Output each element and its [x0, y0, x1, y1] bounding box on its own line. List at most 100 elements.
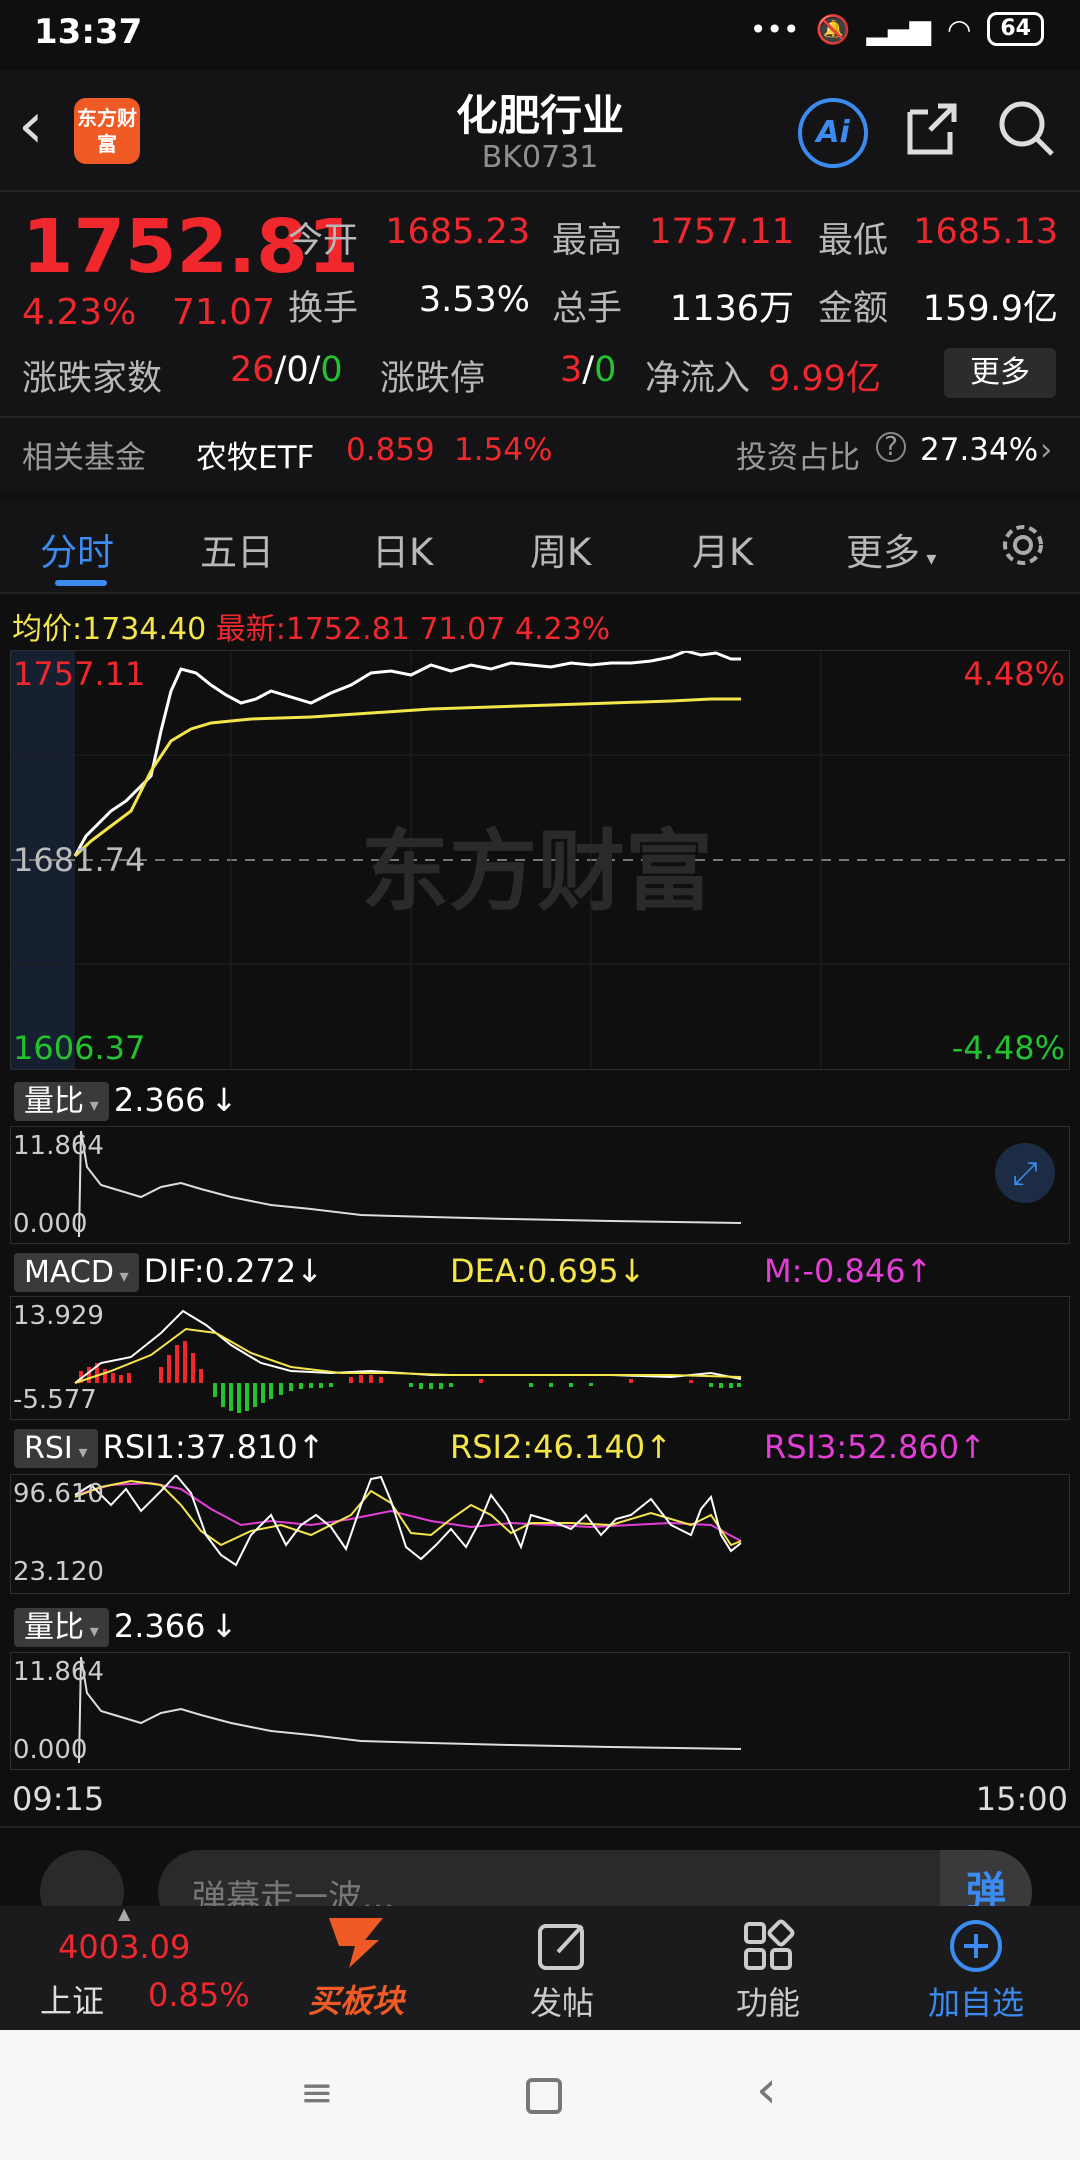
amount-value: 159.9亿 [922, 289, 1058, 329]
nav-functions[interactable]: 功能 [712, 1918, 824, 2024]
fund-name[interactable]: 农牧ETF [196, 432, 314, 477]
settings-gear-icon[interactable] [998, 520, 1048, 570]
investment-ratio-value[interactable]: 27.34% [920, 432, 1038, 468]
volume-value: 1136万 [669, 289, 794, 329]
amount-label: 金额 [818, 289, 889, 329]
more-button[interactable]: 更多 [944, 348, 1056, 398]
signal-icon: ▂▄▆ [866, 12, 931, 46]
macd-svg [74, 1309, 742, 1413]
tab-monthly-k[interactable]: 月K [692, 522, 753, 576]
volume-ratio-svg-1 [78, 1130, 742, 1238]
help-icon[interactable]: ? [876, 432, 906, 462]
nav-post[interactable]: 发帖 [506, 1918, 618, 2024]
volume-ratio-min-2: 0.000 [13, 1735, 88, 1765]
status-time: 13:37 [34, 12, 143, 52]
limit-count: 3/0 [560, 350, 617, 390]
macd-m: M:-0.846↑ [764, 1252, 933, 1290]
volume-ratio-selector[interactable]: 量比 ▾ [14, 1082, 109, 1121]
intraday-price-chart[interactable]: 东方财富 1757.11 1681.74 1606.37 4.48% -4.48… [10, 650, 1070, 1070]
macd-min: -5.577 [13, 1385, 97, 1415]
expand-icon[interactable]: ⤢ [995, 1143, 1055, 1203]
intraday-info: 均价:1734.40 最新:1752.81 71.07 4.23% [12, 612, 611, 647]
change-percent: 4.23% [22, 292, 137, 333]
macd-max: 13.929 [13, 1301, 104, 1331]
index-name[interactable]: 上证 [40, 1976, 104, 2022]
ai-button[interactable]: Ai [798, 98, 868, 168]
search-icon[interactable] [994, 96, 1058, 160]
menu-icon[interactable]: ≡ [300, 2070, 334, 2116]
danmaku-button[interactable]: 弹 [940, 1850, 1032, 1906]
chart-high-price: 1757.11 [13, 655, 146, 693]
caret-up-icon[interactable]: ▲ [118, 1904, 130, 1923]
macd-dea: DEA:0.695↓ [450, 1252, 646, 1290]
macd-header: MACD ▾ DIF:0.272↓ DEA:0.695↓ M:-0.846↑ [14, 1252, 1074, 1292]
status-bar: 13:37 ••• 🔕 ▂▄▆ ◠ 64 [0, 0, 1080, 70]
time-axis-start: 09:15 [12, 1780, 105, 1818]
tab-weekly-k[interactable]: 周K [530, 522, 591, 576]
turnover-value: 3.53% [418, 280, 530, 320]
chevron-right-icon[interactable]: › [1040, 432, 1052, 468]
chart-base-price: 1681.74 [13, 841, 146, 879]
watermark: 东方财富 [361, 820, 714, 923]
back-nav-icon[interactable]: ‹ [756, 2060, 777, 2120]
rsi-header: RSI ▾ RSI1:37.810↑ RSI2:46.140↑ RSI3:52.… [14, 1428, 1074, 1468]
home-icon[interactable] [526, 2078, 562, 2114]
index-pct[interactable]: 0.85% [148, 1976, 250, 2014]
edit-icon [538, 1924, 584, 1970]
volume-ratio-min: 0.000 [13, 1209, 88, 1239]
volume-ratio-svg-2 [78, 1656, 742, 1764]
chart-tabs: 分时 五日 日K 周K 月K 更多 ▾ [0, 500, 1080, 594]
tab-five-day[interactable]: 五日 [200, 522, 274, 576]
macd-chart[interactable]: 13.929 -5.577 [10, 1296, 1070, 1420]
updown-count: 26/0/0 [230, 350, 343, 390]
share-icon[interactable] [900, 96, 964, 160]
buy-board-icon [329, 1918, 383, 1968]
volume-ratio-selector-2[interactable]: 量比 ▾ [14, 1608, 109, 1647]
tab-indicator [55, 580, 107, 586]
volume-ratio-chart-2[interactable]: 11.864 0.000 [10, 1652, 1070, 1770]
chart-high-pct: 4.48% [963, 655, 1065, 693]
grid-icon [744, 1919, 795, 1970]
rsi-selector[interactable]: RSI ▾ [14, 1429, 98, 1468]
tab-daily-k[interactable]: 日K [372, 522, 433, 576]
divider [0, 1826, 1080, 1828]
macd-selector[interactable]: MACD ▾ [14, 1253, 139, 1292]
volume-ratio-header-2: 量比 ▾ 2.366 ↓ [14, 1602, 237, 1647]
quote-panel: 1752.81 4.23% 71.07 今开 1685.23 最高 1757.1… [0, 192, 1080, 492]
nav-add-watchlist[interactable]: 加自选 [920, 1918, 1032, 2024]
nav-buy-board[interactable]: 买板块 [300, 1912, 412, 2022]
chart-low-price: 1606.37 [13, 1029, 146, 1067]
header: ‹ 东方财富 化肥行业 BK0731 Ai [0, 70, 1080, 192]
status-icons: ••• 🔕 ▂▄▆ ◠ 64 [750, 12, 1044, 46]
index-value[interactable]: 4003.09 [58, 1928, 190, 1966]
rsi2-value: RSI2:46.140↑ [450, 1428, 672, 1466]
fund-pct: 1.54% [454, 432, 553, 468]
open-label: 今开 [288, 221, 359, 261]
investment-ratio-label: 投资占比 [736, 440, 860, 476]
turnover-label: 换手 [288, 289, 359, 329]
chart-low-pct: -4.48% [951, 1029, 1065, 1067]
chat-icon[interactable] [40, 1850, 124, 1906]
rsi-min: 23.120 [13, 1557, 104, 1587]
volume-label: 总手 [552, 289, 623, 329]
rsi-svg [74, 1475, 742, 1567]
volume-ratio-header: 量比 ▾ 2.366 ↓ [14, 1076, 237, 1121]
tab-more[interactable]: 更多 ▾ [846, 522, 936, 576]
net-inflow-value: 9.99亿 [768, 359, 881, 399]
rsi-chart[interactable]: 96.610 23.120 [10, 1474, 1070, 1594]
limit-label: 涨跌停 [380, 359, 486, 399]
battery-icon: 64 [987, 12, 1044, 46]
comment-input[interactable]: 弹幕走一波... [158, 1850, 988, 1906]
fund-price: 0.859 [346, 432, 435, 468]
high-label: 最高 [552, 221, 623, 261]
high-value: 1757.11 [649, 212, 794, 252]
open-value: 1685.23 [385, 212, 530, 252]
low-value: 1685.13 [913, 212, 1058, 252]
rsi-max: 96.610 [13, 1479, 104, 1509]
volume-ratio-max: 11.864 [13, 1131, 104, 1161]
related-fund-label: 相关基金 [22, 440, 146, 476]
wifi-icon: ◠ [946, 12, 972, 46]
volume-ratio-chart-1[interactable]: 11.864 0.000 ⤢ [10, 1126, 1070, 1244]
low-label: 最低 [818, 221, 889, 261]
tab-intraday[interactable]: 分时 [40, 522, 114, 576]
